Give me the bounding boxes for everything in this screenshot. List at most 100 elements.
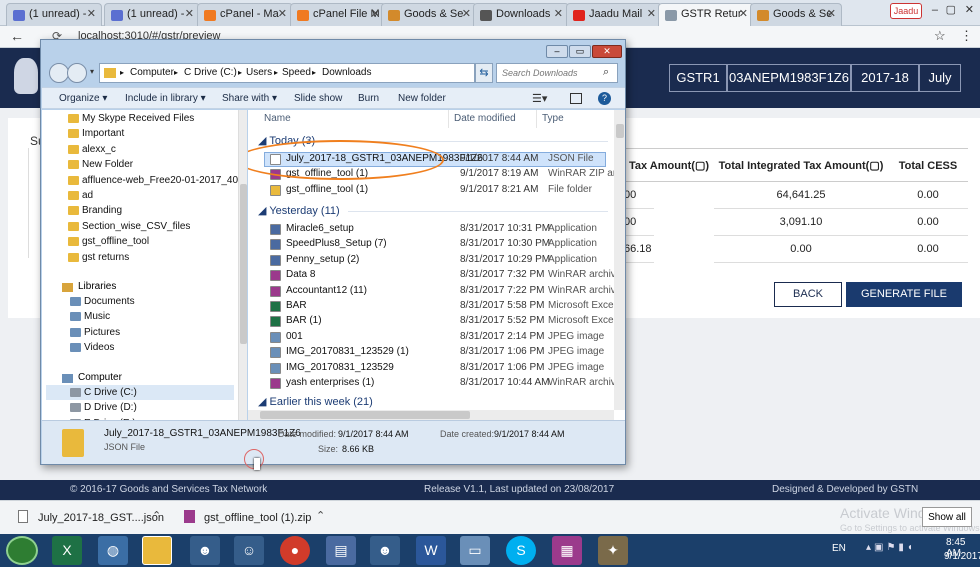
tab-close-icon[interactable]: ✕ — [87, 7, 96, 20]
nav-folder-item[interactable]: affluence-web_Free20-01-2017_40277460 — [68, 175, 238, 186]
chrome-icon[interactable]: ● — [280, 536, 310, 565]
burn-button[interactable]: Burn — [358, 93, 379, 104]
h-scrollbar[interactable] — [248, 410, 614, 420]
menu-icon[interactable]: ⋮ — [960, 28, 973, 44]
tab-close-icon[interactable]: ✕ — [554, 7, 563, 20]
file-row[interactable]: Penny_setup (2) 8/31/2017 10:29 PM Appli… — [264, 253, 616, 268]
dialog-maximize-button[interactable]: ▭ — [569, 45, 591, 58]
winrar-icon[interactable]: ▦ — [552, 536, 582, 565]
tab-close-icon[interactable]: ✕ — [647, 7, 656, 20]
breadcrumb-computer[interactable]: Computer — [130, 67, 174, 78]
slide-show-button[interactable]: Slide show — [294, 93, 342, 104]
col-date-header[interactable]: Date modified — [454, 113, 516, 124]
language-indicator[interactable]: EN — [832, 543, 846, 554]
clock-date[interactable]: 9/1/2017 — [944, 551, 980, 562]
chevron-up-icon[interactable]: ⌃ — [316, 509, 325, 522]
drive-item[interactable]: D Drive (D:) — [70, 402, 137, 413]
browser-tab[interactable]: (1 unread) - ✕ — [6, 3, 102, 26]
nav-folder-item[interactable]: My Skype Received Files — [68, 113, 194, 124]
file-row[interactable]: Accountant12 (11) 8/31/2017 7:22 PM WinR… — [264, 284, 616, 299]
file-row[interactable]: IMG_20170831_123529 (1) 8/31/2017 1:06 P… — [264, 345, 616, 360]
browser-tab[interactable]: GSTR Retur ✕ — [658, 3, 754, 27]
library-item[interactable]: Videos — [70, 342, 114, 353]
browser-tab[interactable]: Jaadu Mail ✕ — [566, 3, 662, 26]
tab-close-icon[interactable]: ✕ — [371, 7, 380, 20]
share-with-button[interactable]: Share with ▾ — [222, 93, 277, 104]
clipboard-icon[interactable]: ▤ — [326, 536, 356, 565]
v-scroll-thumb[interactable] — [616, 124, 624, 138]
browser-tab[interactable]: Goods & Se ✕ — [381, 3, 477, 26]
help-icon[interactable]: ? — [598, 92, 611, 105]
nav-folder-item[interactable]: Branding — [68, 205, 122, 216]
dialog-close-button[interactable]: ✕ — [592, 45, 622, 58]
file-row[interactable]: Data 8 8/31/2017 7:32 PM WinRAR archive — [264, 268, 616, 283]
nav-folder-item[interactable]: Important — [68, 128, 124, 139]
group-yesterday[interactable]: ◢ Yesterday (11) — [258, 204, 340, 217]
breadcrumb[interactable]: ▸ Computer ▸ C Drive (C:) ▸ Users ▸ Spee… — [99, 63, 475, 83]
word-icon[interactable]: W — [416, 536, 446, 565]
back-button[interactable]: BACK — [774, 282, 842, 307]
download-item-json[interactable]: July_2017-18_GST....json — [38, 512, 164, 524]
breadcrumb-downloads[interactable]: Downloads — [322, 67, 371, 78]
tab-close-icon[interactable]: ✕ — [462, 7, 471, 20]
new-folder-button[interactable]: New folder — [398, 93, 446, 104]
tab-close-icon[interactable]: ✕ — [278, 7, 287, 20]
users-icon[interactable]: ☻ — [190, 536, 220, 565]
v-scrollbar[interactable] — [614, 110, 625, 410]
tab-close-icon[interactable]: ✕ — [185, 7, 194, 20]
close-window-icon[interactable]: ✕ — [965, 3, 974, 16]
skype-icon[interactable]: S — [506, 536, 536, 565]
maximize-icon[interactable]: ▢ — [946, 3, 956, 16]
preview-pane-icon[interactable] — [570, 93, 582, 104]
file-row[interactable]: yash enterprises (1) 8/31/2017 10:44 AM … — [264, 376, 616, 391]
search-input[interactable]: Search Downloads ⌕ — [496, 63, 618, 83]
excel-icon[interactable]: X — [52, 536, 82, 565]
breadcrumb-users[interactable]: Users — [246, 67, 272, 78]
file-row[interactable]: gst_offline_tool (1) 9/1/2017 8:21 AM Fi… — [264, 183, 616, 198]
show-all-button[interactable]: Show all — [922, 507, 972, 527]
globe-icon[interactable]: ◍ — [98, 536, 128, 565]
profile-button[interactable]: Jaadu — [890, 3, 922, 19]
nav-scrollbar[interactable] — [238, 110, 247, 420]
nav-folder-item[interactable]: gst_offline_tool — [68, 236, 149, 247]
col-name-header[interactable]: Name — [264, 113, 291, 124]
generate-file-button[interactable]: GENERATE FILE — [846, 282, 962, 307]
nav-folder-item[interactable]: ad — [68, 190, 93, 201]
library-item[interactable]: Music — [70, 311, 110, 322]
download-item-zip[interactable]: gst_offline_tool (1).zip — [204, 512, 311, 524]
nav-folder-item[interactable]: gst returns — [68, 252, 129, 263]
minimize-icon[interactable]: – — [932, 4, 938, 16]
library-item[interactable]: Documents — [70, 296, 135, 307]
h-scroll-thumb[interactable] — [260, 411, 470, 419]
tab-close-icon[interactable]: ✕ — [827, 7, 836, 20]
include-library-button[interactable]: Include in library ▾ — [125, 93, 206, 104]
nav-back-button[interactable] — [49, 63, 69, 83]
nav-folder-item[interactable]: New Folder — [68, 159, 133, 170]
view-options-icon[interactable]: ☰▾ — [532, 92, 547, 105]
nav-folder-item[interactable]: alexx_c — [68, 144, 116, 155]
computer-item[interactable]: Computer — [78, 372, 122, 383]
nav-scroll-thumb[interactable] — [240, 184, 247, 344]
group-earlier[interactable]: ◢ Earlier this week (21) — [258, 395, 373, 408]
nav-forward-button[interactable] — [67, 63, 87, 83]
back-arrow-icon[interactable]: ← — [10, 28, 24, 44]
library-item[interactable]: Pictures — [70, 327, 120, 338]
file-row[interactable]: 001 8/31/2017 2:14 PM JPEG image — [264, 330, 616, 345]
browser-tab[interactable]: (1 unread) - ✕ — [104, 3, 200, 26]
drive-item[interactable]: C Drive (C:) — [70, 387, 137, 398]
file-row[interactable]: BAR (1) 8/31/2017 5:52 PM Microsoft Exce… — [264, 314, 616, 329]
people-icon[interactable]: ☺ — [234, 536, 264, 565]
tools-icon[interactable]: ✦ — [598, 536, 628, 565]
browser-tab[interactable]: cPanel - Ma ✕ — [197, 3, 293, 26]
explorer-folder-icon[interactable] — [142, 536, 172, 565]
nav-folder-item[interactable]: Section_wise_CSV_files — [68, 221, 190, 232]
book-icon[interactable]: ▭ — [460, 536, 490, 565]
browser-tab[interactable]: Goods & Se ✕ — [750, 3, 842, 26]
chevron-down-icon[interactable]: ▾ — [90, 67, 94, 76]
col-type-header[interactable]: Type — [542, 113, 564, 124]
browser-tab[interactable]: cPanel File M ✕ — [290, 3, 386, 26]
file-row[interactable]: SpeedPlus8_Setup (7) 8/31/2017 10:30 PM … — [264, 237, 616, 252]
bookmark-star-icon[interactable]: ☆ — [934, 28, 946, 44]
chevron-up-icon[interactable]: ⌃ — [152, 509, 161, 522]
browser-tab[interactable]: Downloads ✕ — [473, 3, 569, 26]
